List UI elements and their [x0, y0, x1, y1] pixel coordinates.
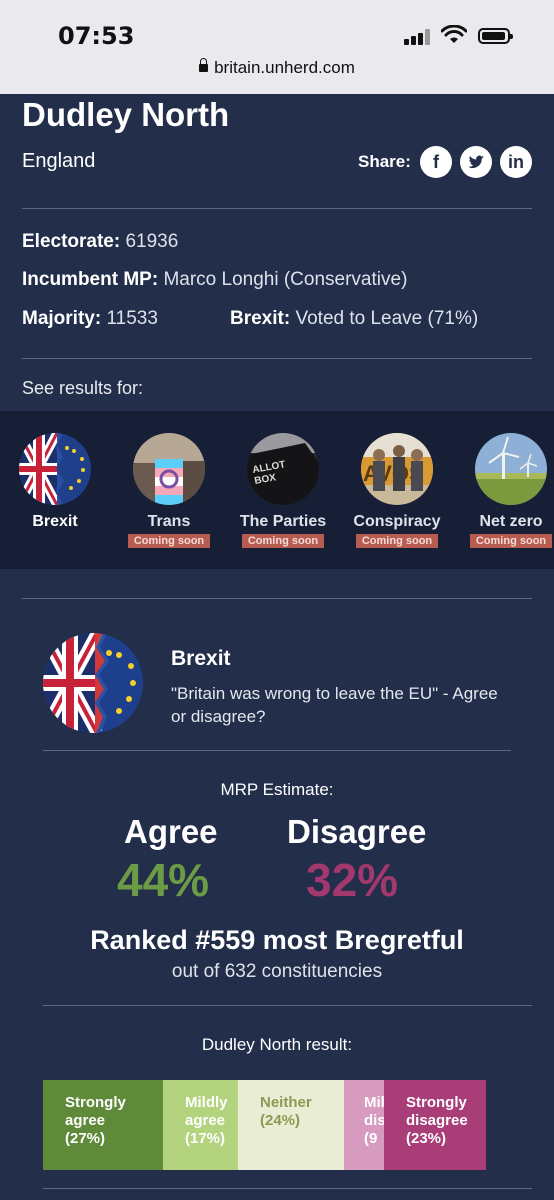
url-text: britain.unherd.com: [214, 58, 355, 77]
divider: [22, 598, 532, 599]
result-segment-label: Neither: [260, 1094, 312, 1111]
share-label: Share:: [358, 152, 411, 171]
topic-the-parties[interactable]: ALLOT BOX The Parties Coming soon: [228, 433, 338, 549]
topic-label: Conspiracy: [353, 513, 441, 530]
result-segment-label: (27%): [65, 1130, 106, 1147]
electorate-label: Electorate:: [22, 231, 121, 252]
result-segment-label: dis: [364, 1112, 384, 1129]
result-segment-label: (9: [364, 1130, 378, 1147]
page-title: Dudley North: [22, 96, 230, 133]
status-bar: 07:53 britain.unherd.com: [0, 0, 554, 94]
result-segment: Mil dis (9: [344, 1080, 384, 1170]
url-bar[interactable]: britain.unherd.com: [0, 58, 554, 78]
coming-soon-badge: Coming soon: [127, 534, 211, 548]
topic-net-zero[interactable]: Net zero Coming soon: [456, 433, 554, 549]
majority-row: Majority: 11533: [22, 308, 158, 330]
twitter-icon[interactable]: [460, 146, 492, 178]
topic-conspiracy[interactable]: AVOS Conspiracy Coming soon: [342, 433, 452, 549]
wifi-icon: [441, 25, 467, 43]
divider: [43, 750, 511, 751]
lock-icon: [199, 58, 209, 72]
see-results-label: See results for:: [22, 378, 144, 398]
linkedin-icon[interactable]: in: [500, 146, 532, 178]
facebook-icon[interactable]: f: [420, 146, 452, 178]
coming-soon-badge: Coming soon: [241, 534, 325, 548]
incumbent-value: Marco Longhi (Conservative): [163, 269, 408, 290]
disagree-label: Disagree: [287, 813, 427, 850]
result-segment-label: agree: [185, 1112, 226, 1129]
result-segment-label: agree: [65, 1112, 106, 1129]
result-bar: Strongly agree (27%) Mildly agree (17%) Neithe…: [43, 1080, 486, 1170]
result-segment: Neither (24%): [238, 1080, 344, 1170]
result-segment-label: Strongly: [406, 1094, 467, 1111]
brexit-flag-image: [43, 633, 143, 733]
disagree-value: 32%: [306, 854, 399, 906]
brexit-value: Voted to Leave (71%): [295, 308, 479, 329]
result-segment: Strongly agree (27%): [43, 1080, 163, 1170]
signal-icon: [404, 29, 430, 45]
agree-label: Agree: [124, 813, 218, 850]
agree-value: 44%: [117, 854, 210, 906]
majority-value: 11533: [106, 308, 158, 329]
ballot-box-image: ALLOT BOX: [247, 433, 319, 505]
result-segment: Strongly disagree (23%): [384, 1080, 486, 1170]
coming-soon-badge: Coming soon: [355, 534, 439, 548]
divider: [22, 358, 532, 359]
trans-image: [133, 433, 205, 505]
electorate-row: Electorate: 61936: [22, 231, 178, 253]
result-segment-label: (23%): [406, 1130, 447, 1147]
mrp-label: MRP Estimate:: [220, 780, 334, 799]
battery-icon: [478, 28, 513, 44]
brexit-label: Brexit:: [230, 308, 291, 329]
result-title: Dudley North result:: [201, 1035, 353, 1054]
divider: [43, 1188, 532, 1189]
topic-label: Net zero: [479, 513, 543, 530]
result-segment-label: (17%): [185, 1130, 226, 1147]
result-segment-label: Mildly: [185, 1094, 228, 1111]
divider: [43, 1005, 532, 1006]
conspiracy-image: AVOS: [361, 433, 433, 505]
topic-label: Brexit: [32, 513, 78, 530]
topic-label: The Parties: [239, 513, 327, 530]
topic-trans[interactable]: Trans Coming soon: [114, 433, 224, 549]
result-segment-label: Mil: [364, 1094, 384, 1111]
result-segment-label: disagree: [406, 1112, 468, 1129]
result-segment-label: (24%): [260, 1112, 301, 1129]
brexit-row: Brexit: Voted to Leave (71%): [230, 308, 478, 330]
divider: [22, 208, 532, 209]
result-segment-label: Strongly: [65, 1094, 126, 1111]
topic-brexit[interactable]: Brexit: [0, 433, 110, 531]
card-question: "Britain was wrong to leave the EU" - Ag…: [171, 684, 498, 726]
net-zero-image: [475, 433, 547, 505]
incumbent-row: Incumbent MP: Marco Longhi (Conservative…: [22, 269, 407, 291]
ranked-text: Ranked #559 most Bregretful: [90, 925, 464, 955]
electorate-value: 61936: [125, 231, 179, 252]
incumbent-label: Incumbent MP:: [22, 269, 159, 290]
card-title: Brexit: [171, 647, 231, 670]
brexit-flag-image: [19, 433, 91, 505]
out-of-text: out of 632 constituencies: [171, 961, 383, 982]
majority-label: Majority:: [22, 308, 102, 329]
coming-soon-badge: Coming soon: [469, 534, 553, 548]
topic-carousel[interactable]: Brexit Trans Coming soon ALLOT BOX The P…: [0, 411, 554, 569]
status-time: 07:53: [58, 22, 135, 50]
result-segment: Mildly agree (17%): [163, 1080, 238, 1170]
topic-label: Trans: [147, 513, 191, 530]
region-label: England: [22, 150, 96, 172]
